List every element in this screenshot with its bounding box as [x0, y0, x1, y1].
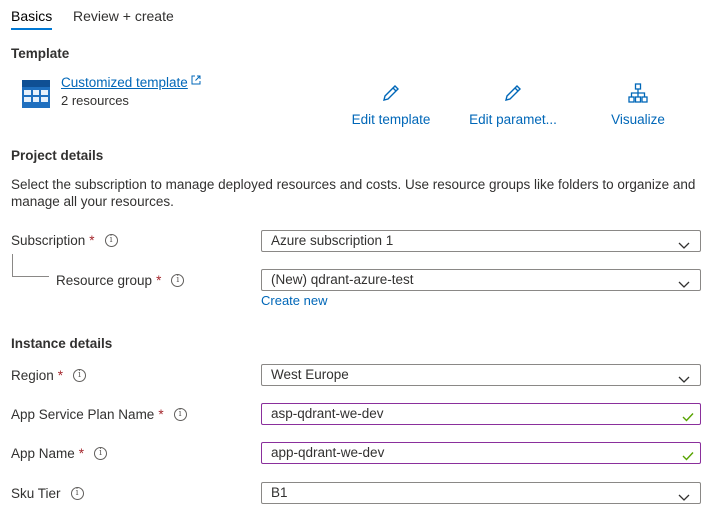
external-link-icon	[191, 73, 201, 88]
edit-template-label: Edit template	[351, 112, 431, 127]
project-details-title: Project details	[11, 148, 104, 163]
app-name-label-text: App Name	[11, 446, 75, 461]
customized-template-link[interactable]: Customized template	[61, 75, 201, 90]
resource-count: 2 resources	[61, 93, 129, 108]
tree-connector	[12, 254, 49, 277]
chevron-down-icon	[678, 275, 690, 295]
tab-review-create-label: Review + create	[73, 8, 174, 24]
plan-name-label-text: App Service Plan Name	[11, 407, 155, 422]
edit-template-button[interactable]: Edit template	[344, 83, 438, 127]
template-section-title: Template	[11, 46, 70, 61]
info-icon[interactable]: i	[94, 447, 108, 460]
checkmark-icon	[682, 447, 694, 467]
pencil-icon	[381, 83, 401, 112]
edit-parameters-button[interactable]: Edit paramet...	[464, 83, 562, 127]
required-indicator: *	[158, 407, 164, 422]
tab-basics[interactable]: Basics	[11, 8, 53, 30]
sku-tier-label: Sku Tier i	[11, 486, 84, 501]
info-icon[interactable]: i	[173, 408, 187, 421]
create-new-link[interactable]: Create new	[261, 293, 327, 308]
sku-tier-dropdown[interactable]: B1	[261, 482, 701, 504]
visualize-label: Visualize	[611, 112, 665, 127]
app-name-input[interactable]: app-qdrant-we-dev	[261, 442, 701, 464]
customized-template-label: Customized template	[61, 75, 188, 90]
info-icon[interactable]: i	[104, 234, 118, 247]
info-icon[interactable]: i	[73, 369, 87, 382]
subscription-label: Subscription * i	[11, 233, 118, 248]
edit-parameters-label: Edit paramet...	[469, 112, 557, 127]
plan-name-input[interactable]: asp-qdrant-we-dev	[261, 403, 701, 425]
sku-tier-label-text: Sku Tier	[11, 486, 61, 501]
info-icon[interactable]: i	[171, 274, 185, 287]
required-indicator: *	[78, 446, 85, 461]
required-indicator: *	[156, 273, 162, 288]
subscription-dropdown[interactable]: Azure subscription 1	[261, 230, 701, 252]
checkmark-icon	[682, 408, 694, 428]
hierarchy-icon	[628, 83, 648, 112]
sku-tier-value: B1	[271, 485, 288, 500]
tab-basics-label: Basics	[11, 8, 53, 24]
region-dropdown[interactable]: West Europe	[261, 364, 701, 386]
required-indicator: *	[57, 368, 64, 383]
plan-name-value: asp-qdrant-we-dev	[271, 406, 384, 421]
chevron-down-icon	[678, 370, 690, 390]
app-name-value: app-qdrant-we-dev	[271, 445, 385, 460]
visualize-button[interactable]: Visualize	[604, 83, 672, 127]
resource-group-dropdown[interactable]: (New) qdrant-azure-test	[261, 269, 701, 291]
resource-group-label: Resource group * i	[56, 273, 185, 288]
app-name-label: App Name * i	[11, 446, 108, 461]
project-details-description: Select the subscription to manage deploy…	[11, 177, 696, 209]
resource-group-label-text: Resource group	[56, 273, 153, 288]
chevron-down-icon	[678, 488, 690, 508]
region-label: Region * i	[11, 368, 87, 383]
template-grid-icon	[22, 80, 50, 111]
required-indicator: *	[89, 233, 95, 248]
tab-review-create[interactable]: Review + create	[73, 8, 174, 24]
region-value: West Europe	[271, 367, 349, 382]
subscription-value: Azure subscription 1	[271, 233, 394, 248]
info-icon[interactable]: i	[70, 487, 84, 500]
instance-details-title: Instance details	[11, 336, 113, 351]
resource-group-value: (New) qdrant-azure-test	[271, 272, 414, 287]
plan-name-label: App Service Plan Name * i	[11, 407, 187, 422]
active-tab-indicator	[11, 28, 53, 30]
chevron-down-icon	[678, 236, 690, 256]
region-label-text: Region	[11, 368, 54, 383]
subscription-label-text: Subscription	[11, 233, 86, 248]
pencil-icon	[503, 83, 523, 112]
